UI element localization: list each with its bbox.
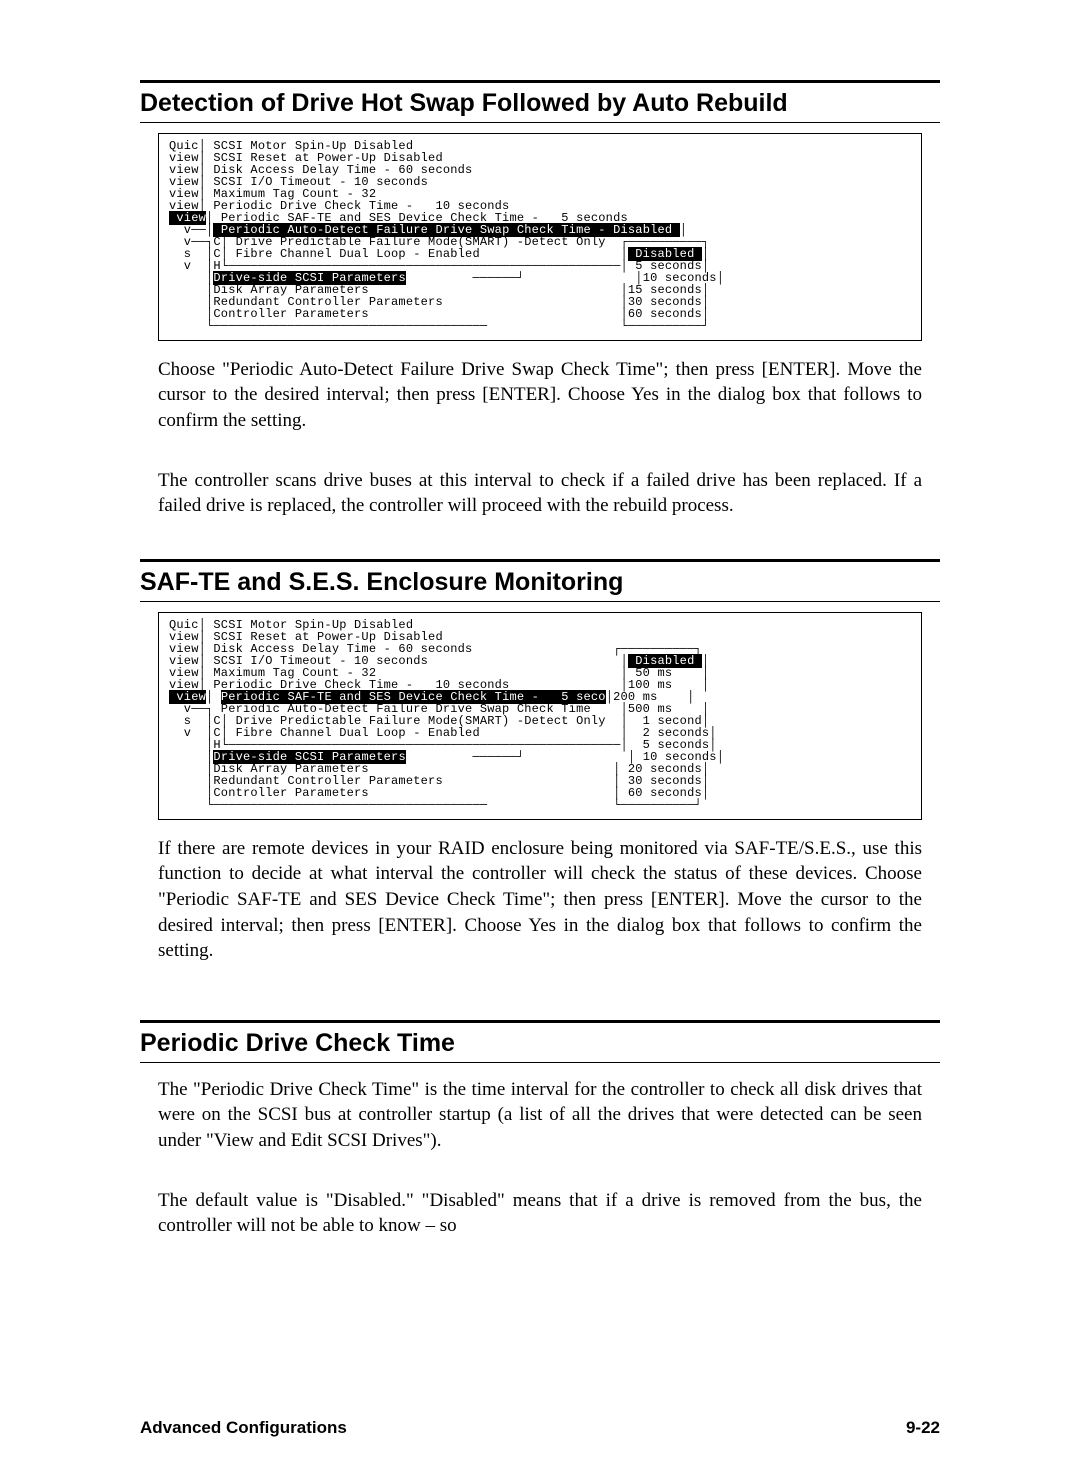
section-3-title: Periodic Drive Check Time (140, 1029, 940, 1058)
section-1-para-1: Choose "Periodic Auto-Detect Failure Dri… (158, 357, 922, 434)
terminal-1-hl-left: view (169, 211, 206, 225)
section-1-title-wrap: Detection of Drive Hot Swap Followed by … (140, 80, 940, 123)
section-3-para-1: The "Periodic Drive Check Time" is the t… (158, 1077, 922, 1154)
section-1-para-2: The controller scans drive buses at this… (158, 468, 922, 519)
terminal-1-text-a: Quic│ SCSI Motor Spin-Up Disabled view│ … (169, 139, 509, 213)
section-2-title-wrap: SAF-TE and S.E.S. Enclosure Monitoring (140, 559, 940, 602)
terminal-2-a: Quic│ SCSI Motor Spin-Up Disabled view│ … (169, 618, 702, 668)
terminal-screenshot-1: Quic│ SCSI Motor Spin-Up Disabled view│ … (158, 133, 922, 341)
section-3-para-2: The default value is "Disabled." "Disabl… (158, 1188, 922, 1239)
section-2-para-1: If there are remote devices in your RAID… (158, 836, 922, 964)
terminal-screenshot-2: Quic│ SCSI Motor Spin-Up Disabled view│ … (158, 612, 922, 820)
section-2-title: SAF-TE and S.E.S. Enclosure Monitoring (140, 568, 940, 597)
footer-left: Advanced Configurations (140, 1418, 347, 1438)
section-3-title-wrap: Periodic Drive Check Time (140, 1020, 940, 1063)
section-1-title: Detection of Drive Hot Swap Followed by … (140, 89, 940, 118)
page-footer: Advanced Configurations 9-22 (140, 1418, 940, 1438)
footer-right: 9-22 (906, 1418, 940, 1438)
